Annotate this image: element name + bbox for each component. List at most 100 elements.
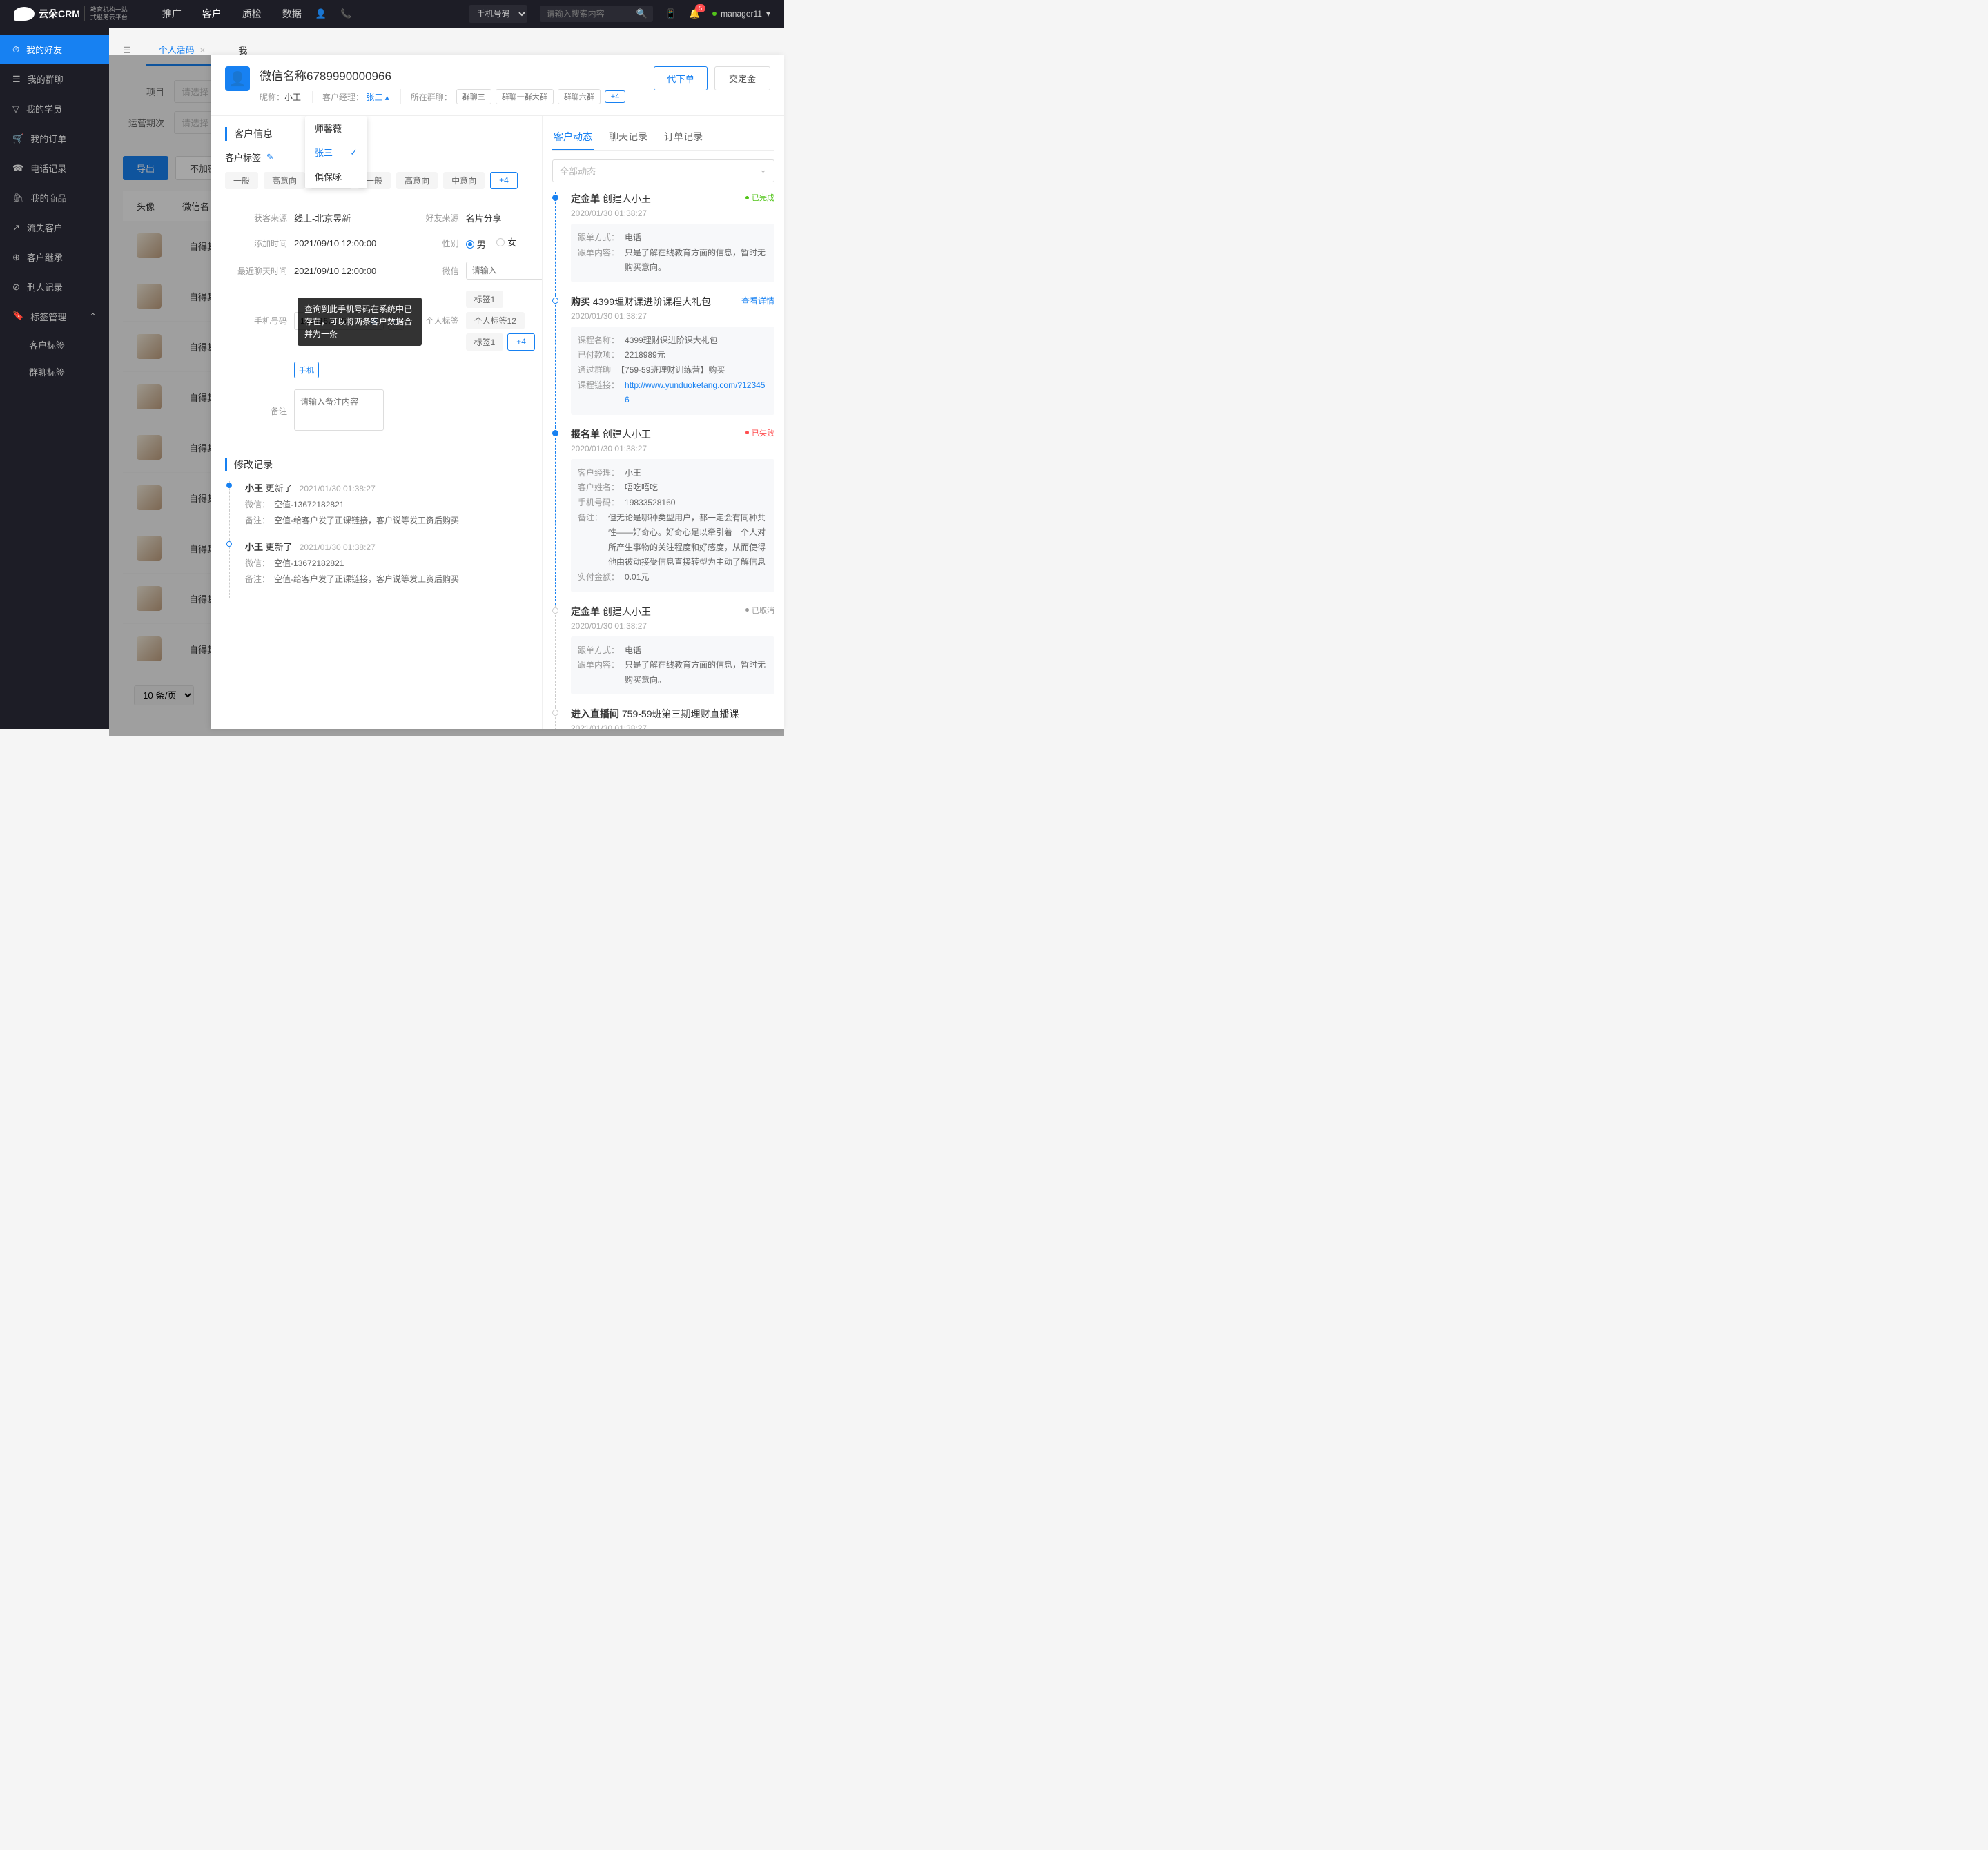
sidebar-lost-customers[interactable]: ↗流失客户 (0, 213, 109, 242)
tag-item[interactable]: 高意向 (264, 172, 305, 189)
drawer-avatar-icon: 👤 (225, 66, 250, 91)
group-tag[interactable]: 群聊六群 (558, 89, 601, 104)
sidebar-my-friends[interactable]: ⏱我的好友 (0, 35, 109, 64)
sidebar-customer-tags[interactable]: 客户标签 (0, 331, 109, 358)
hamburger-icon[interactable]: ☰ (123, 45, 131, 56)
personal-tag[interactable]: 标签1 (466, 291, 504, 308)
sidebar-delete-log[interactable]: ⊘删人记录 (0, 272, 109, 302)
app-logo: 云朵CRM 教育机构一站 式服务云平台 (14, 6, 128, 21)
customer-drawer: 👤 微信名称6789990000966 昵称：小王 客户经理： 张三 ▴ 所在群… (211, 55, 784, 729)
group-more[interactable]: +4 (605, 90, 626, 103)
tab-chat-log[interactable]: 聊天记录 (607, 124, 649, 150)
proxy-order-button[interactable]: 代下单 (654, 66, 708, 90)
edit-tags-icon[interactable]: ✎ (266, 152, 274, 163)
logo-name: 云朵CRM (39, 7, 80, 21)
manager-dropdown-trigger[interactable]: 张三 (366, 92, 382, 102)
customer-tags-label: 客户标签 (225, 150, 261, 164)
group-tag[interactable]: 群聊三 (456, 89, 491, 104)
sidebar-group-tags[interactable]: 群聊标签 (0, 358, 109, 385)
tag-item[interactable]: 中意向 (443, 172, 485, 189)
drawer-left-panel: 师馨薇 张三✓ 俱保咏 客户信息 客户标签 ✎ 一般 高意向 中意向 一般 (211, 116, 543, 729)
check-icon: ✓ (350, 147, 358, 158)
inherit-icon: ⊕ (12, 252, 20, 263)
activity-filter[interactable]: 全部动态 ⌄ (552, 159, 774, 182)
tag-item[interactable]: 高意向 (396, 172, 438, 189)
tab-order-log[interactable]: 订单记录 (663, 124, 704, 150)
timeline-box: 跟单方式：电话跟单内容：只是了解在线教育方面的信息，暂时无购买意向。 (571, 636, 774, 695)
nav-customer[interactable]: 客户 (202, 7, 222, 21)
tab-customer-activity[interactable]: 客户动态 (552, 124, 594, 150)
mobile-icon[interactable]: 📱 (665, 8, 676, 19)
timeline-item: 定金单 创建人小王已取消2020/01/30 01:38:27跟单方式：电话跟单… (555, 605, 774, 708)
nav-data[interactable]: 数据 (282, 7, 302, 21)
timeline-box: 客户经理：小王客户姓名：唔吃唔吃手机号码：19833528160备注：但无论是哪… (571, 459, 774, 592)
modify-log-title: 修改记录 (225, 458, 528, 471)
sidebar-my-products[interactable]: 🛍我的商品 (0, 183, 109, 213)
dropdown-option-selected[interactable]: 张三✓ (305, 140, 367, 164)
tag-list: 一般 高意向 中意向 一般 高意向 中意向 +4 (225, 172, 528, 189)
user-name: manager11 (721, 9, 762, 19)
header-icon-group: 👤 📞 (315, 8, 351, 19)
chevron-up-icon: ⌃ (89, 311, 97, 322)
header-right: 手机号码 🔍 📱 🔔5 manager11 ▾ (469, 5, 770, 23)
phone1-button[interactable]: 手机 (294, 362, 319, 378)
delete-icon: ⊘ (12, 282, 20, 293)
timeline-item: 报名单 创建人小王已失败2020/01/30 01:38:27客户经理：小王客户… (555, 427, 774, 605)
notification-badge: 5 (695, 4, 705, 12)
view-detail-link[interactable]: 查看详情 (741, 295, 774, 306)
search-input[interactable] (540, 6, 636, 22)
dropdown-option[interactable]: 师馨薇 (305, 116, 367, 140)
user-icon[interactable]: 👤 (315, 8, 327, 19)
user-menu[interactable]: manager11 ▾ (712, 9, 770, 19)
friends-icon: ⏱ (12, 44, 19, 55)
radio-male[interactable]: 男 (466, 237, 486, 251)
logo-icon (14, 7, 35, 21)
personal-tag[interactable]: 个人标签12 (466, 312, 525, 329)
drawer-title: 微信名称6789990000966 (260, 66, 644, 84)
timeline-box: 课程名称：4399理财课进阶课大礼包已付款项：2218989元通过群聊【759-… (571, 327, 774, 415)
sidebar-customer-inherit[interactable]: ⊕客户继承 (0, 242, 109, 272)
tag-item[interactable]: 一般 (225, 172, 258, 189)
search-type-select[interactable]: 手机号码 (469, 5, 527, 23)
chevron-down-icon: ⌄ (759, 164, 767, 177)
close-icon[interactable]: × (200, 45, 206, 55)
tag-more[interactable]: +4 (490, 172, 518, 189)
log-item: 小王 更新了2021/01/30 01:38:27微信：空值-136721828… (229, 481, 528, 540)
nav-qa[interactable]: 质检 (242, 7, 262, 21)
manager-dropdown: 师馨薇 张三✓ 俱保咏 (305, 116, 367, 188)
remark-textarea[interactable] (294, 389, 384, 431)
deposit-button[interactable]: 交定金 (714, 66, 770, 90)
notification-icon[interactable]: 🔔5 (689, 8, 700, 19)
chevron-up-icon: ▴ (385, 92, 389, 102)
log-item: 小王 更新了2021/01/30 01:38:27微信：空值-136721828… (229, 540, 528, 598)
timeline-box: 跟单方式：电话跟单内容：只是了解在线教育方面的信息，暂时无购买意向。 (571, 224, 774, 282)
status-dot (712, 12, 717, 16)
personal-tag[interactable]: 标签1 (466, 333, 504, 351)
main-nav: 推广 客户 质检 数据 (162, 7, 302, 21)
lost-icon: ↗ (12, 222, 20, 233)
sidebar-my-groups[interactable]: ☰我的群聊 (0, 64, 109, 94)
search-icon[interactable]: 🔍 (636, 8, 647, 19)
course-link[interactable]: http://www.yunduoketang.com/?123456 (625, 380, 765, 405)
radio-female[interactable]: 女 (496, 235, 516, 249)
wechat-input[interactable] (466, 262, 543, 280)
search-wrap: 🔍 (540, 6, 653, 22)
group-icon: ☰ (12, 74, 21, 85)
customer-info-title: 客户信息 (225, 127, 528, 141)
timeline-item: 定金单 创建人小王已完成2020/01/30 01:38:27跟单方式：电话跟单… (555, 192, 774, 295)
sidebar-tag-manage[interactable]: 🔖标签管理⌃ (0, 302, 109, 331)
phone-icon[interactable]: 📞 (340, 8, 351, 19)
nav-promotion[interactable]: 推广 (162, 7, 182, 21)
sidebar: ⏱我的好友 ☰我的群聊 ▽我的学员 🛒我的订单 ☎电话记录 🛍我的商品 ↗流失客… (0, 28, 109, 729)
sidebar-my-students[interactable]: ▽我的学员 (0, 94, 109, 124)
phone-exists-tooltip: 查询到此手机号码在系统中已存在，可以将两条客户数据合并为一条 (298, 298, 422, 346)
drawer-right-panel: 客户动态 聊天记录 订单记录 全部动态 ⌄ 定金单 创建人小王已完成2020/0… (543, 116, 784, 729)
dropdown-option[interactable]: 俱保咏 (305, 164, 367, 188)
timeline-item: 购买 4399理财课进阶课程大礼包查看详情2020/01/30 01:38:27… (555, 295, 774, 427)
personal-tag-more[interactable]: +4 (507, 333, 535, 351)
sidebar-call-log[interactable]: ☎电话记录 (0, 153, 109, 183)
sidebar-my-orders[interactable]: 🛒我的订单 (0, 124, 109, 153)
timeline-item: 进入直播间 759-59班第三期理财直播课2021/01/30 01:38:27… (555, 707, 774, 729)
group-tag[interactable]: 群聊一群大群 (496, 89, 554, 104)
call-icon: ☎ (12, 163, 23, 174)
